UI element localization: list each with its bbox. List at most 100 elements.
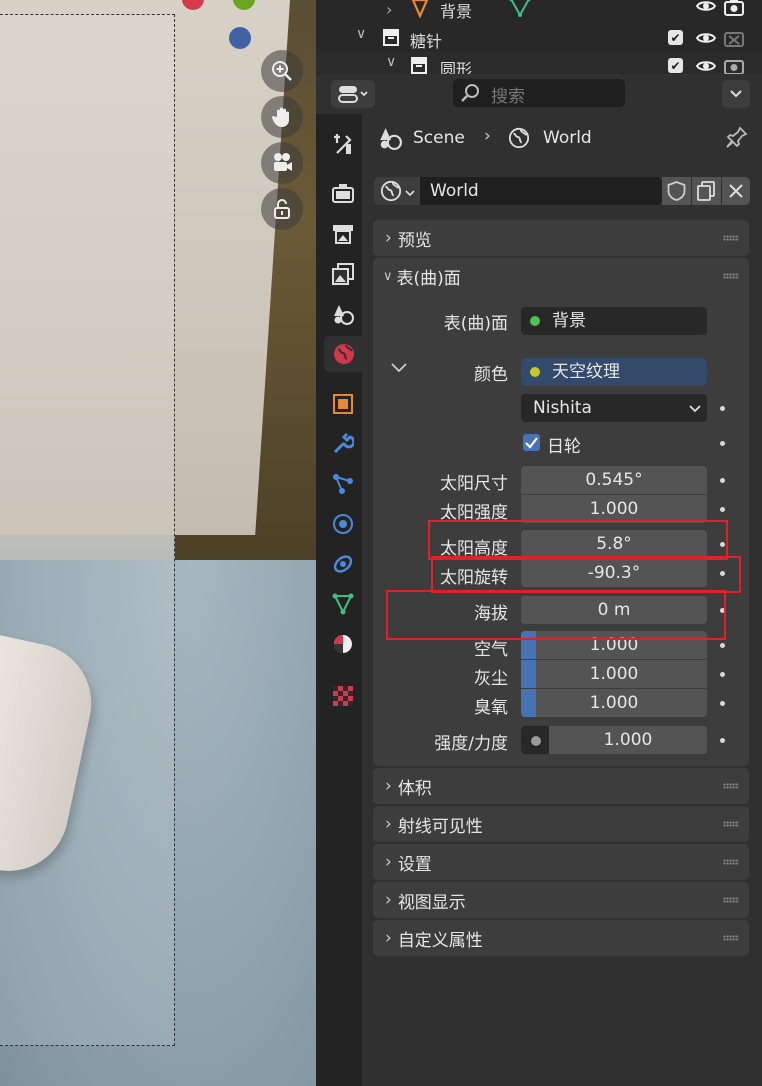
drag-grip-icon[interactable]	[723, 821, 739, 827]
world-name[interactable]: World	[430, 181, 479, 201]
drag-grip-icon[interactable]	[723, 235, 739, 241]
constraints-tab-icon[interactable]	[324, 546, 362, 582]
gizmo-z-axis[interactable]	[229, 27, 251, 49]
particles-tab-icon[interactable]	[324, 466, 362, 502]
panel-ray-visibility[interactable]: › 射线可见性	[373, 806, 749, 842]
outliner-row-background[interactable]: › 背景	[316, 0, 762, 24]
drag-grip-icon[interactable]	[723, 783, 739, 789]
ozone-value: 1.000	[589, 693, 639, 713]
exclude-checkbox[interactable]: ✔	[668, 58, 683, 73]
dust-field[interactable]: 1.000	[521, 660, 707, 688]
chevron-down-icon[interactable]	[390, 360, 408, 379]
keyframe-dot[interactable]	[720, 406, 725, 411]
outliner[interactable]: › 背景 ∨ 糖针 ✔ ∨ 圆形 ✔	[316, 0, 762, 74]
sun-disc-checkbox[interactable]	[523, 434, 540, 451]
sun-size-field[interactable]: 0.545°	[521, 466, 707, 494]
fake-user-shield-button[interactable]	[662, 177, 691, 205]
tool-tab-icon[interactable]	[324, 126, 362, 162]
chevron-right-icon: ›	[385, 928, 392, 948]
panel-title: 视图显示	[397, 892, 466, 913]
chevron-down-icon[interactable]: ∨	[386, 54, 396, 70]
pan-hand-icon[interactable]	[261, 96, 303, 138]
unlink-button[interactable]	[722, 177, 750, 205]
output-tab-icon[interactable]	[324, 216, 362, 252]
lock-icon[interactable]	[261, 188, 303, 230]
keyframe-dot[interactable]	[720, 643, 725, 648]
strength-socket-button[interactable]	[521, 726, 549, 754]
surface-shader-field[interactable]: 背景	[521, 307, 707, 335]
keyframe-dot[interactable]	[720, 738, 725, 743]
keyframe-dot[interactable]	[720, 507, 725, 512]
data-tab-icon[interactable]	[324, 586, 362, 622]
render-camera-icon[interactable]	[724, 0, 744, 20]
color-input-field[interactable]: 天空纹理	[521, 358, 707, 386]
outliner-row-candy-pin[interactable]: ∨ 糖针 ✔	[316, 24, 762, 52]
search-field[interactable]: 搜索	[453, 79, 625, 107]
outliner-row-circle[interactable]: ∨ 圆形 ✔	[316, 52, 762, 74]
scene-tab-icon[interactable]	[324, 296, 362, 332]
view-layer-tab-icon[interactable]	[324, 256, 362, 292]
grey-socket-icon	[530, 735, 542, 747]
keyframe-dot[interactable]	[720, 701, 725, 706]
panel-title: 射线可见性	[397, 816, 483, 837]
breadcrumb-world[interactable]: World	[543, 128, 592, 148]
sun-intensity-field[interactable]: 1.000	[521, 495, 707, 523]
light-icon	[410, 0, 430, 22]
shield-icon	[667, 181, 686, 201]
options-dropdown[interactable]	[722, 80, 750, 108]
chevron-down-icon	[730, 90, 742, 98]
chevron-right-icon[interactable]: ›	[386, 0, 392, 19]
chevron-down-icon[interactable]: ∨	[356, 26, 366, 42]
physics-tab-icon[interactable]	[324, 506, 362, 542]
drag-grip-icon[interactable]	[723, 273, 739, 279]
sky-type-select[interactable]: Nishita	[521, 394, 707, 422]
world-icon	[380, 180, 402, 206]
dust-slider-fill	[521, 660, 536, 688]
ozone-field[interactable]: 1.000	[521, 689, 707, 717]
camera-view-icon[interactable]	[261, 142, 303, 184]
keyframe-dot[interactable]	[720, 478, 725, 483]
world-tab-icon[interactable]	[324, 336, 364, 372]
breadcrumb-scene[interactable]: Scene	[413, 128, 465, 148]
keyframe-dot[interactable]	[720, 672, 725, 677]
render-disabled-icon[interactable]	[724, 29, 744, 51]
zoom-icon[interactable]	[261, 50, 303, 92]
world-browse-button[interactable]	[374, 177, 420, 205]
object-tab-icon[interactable]	[324, 386, 362, 422]
panel-custom-properties[interactable]: › 自定义属性	[373, 920, 749, 956]
editor-type-button[interactable]	[331, 80, 375, 108]
panel-settings[interactable]: › 设置	[373, 844, 749, 880]
world-datablock-field[interactable]: World	[374, 177, 662, 205]
panel-viewport-display[interactable]: › 视图显示	[373, 882, 749, 918]
render-tab-icon[interactable]	[324, 175, 362, 211]
keyframe-dot[interactable]	[720, 441, 725, 446]
exclude-checkbox[interactable]: ✔	[668, 30, 683, 45]
pin-icon[interactable]	[726, 126, 748, 154]
drag-grip-icon[interactable]	[723, 935, 739, 941]
render-camera-icon[interactable]	[724, 57, 744, 74]
panel-preview[interactable]: › 预览	[373, 220, 749, 256]
duplicate-button[interactable]	[692, 177, 721, 205]
outliner-label: 糖针	[410, 32, 443, 51]
eye-icon[interactable]	[695, 58, 717, 74]
material-tab-icon[interactable]	[324, 626, 362, 662]
sun-disc-label[interactable]: 日轮	[547, 432, 581, 457]
modifier-wrench-icon[interactable]	[324, 426, 362, 462]
3d-viewport[interactable]	[0, 0, 316, 1086]
vertex-group-icon	[508, 0, 532, 22]
panel-volume[interactable]: › 体积	[373, 768, 749, 804]
texture-tab-icon[interactable]	[324, 678, 362, 714]
strength-field[interactable]: 1.000	[521, 726, 707, 754]
duplicate-icon	[697, 181, 715, 201]
chevron-right-icon: ›	[385, 814, 392, 834]
chevron-right-icon: ›	[385, 776, 392, 796]
drag-grip-icon[interactable]	[723, 897, 739, 903]
eye-icon[interactable]	[695, 0, 717, 18]
eye-icon[interactable]	[695, 30, 717, 50]
chevron-right-icon: ›	[385, 852, 392, 872]
scene-icon	[378, 126, 402, 155]
panel-header[interactable]: ∨ 表(曲)面	[373, 258, 749, 294]
drag-grip-icon[interactable]	[723, 859, 739, 865]
color-value: 天空纹理	[552, 362, 620, 382]
panel-title: 设置	[397, 854, 432, 875]
